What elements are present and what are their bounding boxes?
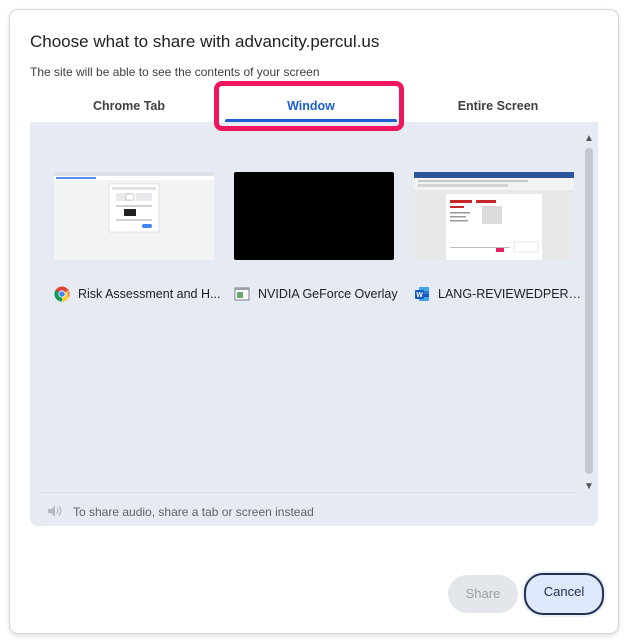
- tab-window[interactable]: Window: [225, 94, 397, 122]
- window-title: Risk Assessment and H...: [78, 287, 221, 301]
- divider: [40, 492, 578, 493]
- window-item-word-document[interactable]: W LANG-REVIEWEDPERCU...: [414, 172, 584, 312]
- window-picker-panel: Risk Assessment and H... NVIDIA GeForce …: [30, 122, 598, 526]
- audio-note: To share audio, share a tab or screen in…: [47, 503, 314, 521]
- window-thumbnail: [234, 172, 394, 260]
- window-item-risk-assessment[interactable]: Risk Assessment and H...: [54, 172, 220, 312]
- tab-window-label: Window: [287, 99, 335, 113]
- window-title: LANG-REVIEWEDPERCU...: [438, 287, 584, 301]
- window-item-label: Risk Assessment and H...: [54, 285, 224, 303]
- window-list[interactable]: Risk Assessment and H... NVIDIA GeForce …: [30, 122, 584, 492]
- app-window-icon: [234, 286, 250, 302]
- speaker-icon: [47, 504, 63, 521]
- tab-chrome-tab[interactable]: Chrome Tab: [30, 94, 228, 122]
- dialog-subtitle: The site will be able to see the content…: [30, 65, 320, 79]
- window-item-label: NVIDIA GeForce Overlay: [234, 285, 404, 303]
- svg-text:W: W: [416, 292, 423, 299]
- window-item-label: W LANG-REVIEWEDPERCU...: [414, 285, 584, 303]
- dialog-title: Choose what to share with advancity.perc…: [30, 32, 380, 51]
- source-tabs: Chrome Tab Window Entire Screen: [30, 94, 598, 122]
- tab-entire-screen[interactable]: Entire Screen: [408, 94, 588, 122]
- scroll-down-icon[interactable]: ▼: [582, 480, 596, 494]
- word-icon: W: [414, 286, 430, 302]
- window-thumbnail: [54, 172, 214, 260]
- share-dialog: Choose what to share with advancity.perc…: [10, 10, 618, 633]
- scrollbar-thumb[interactable]: [585, 148, 593, 474]
- scroll-up-icon[interactable]: ▲: [582, 132, 596, 146]
- window-item-nvidia-overlay[interactable]: NVIDIA GeForce Overlay: [234, 172, 398, 312]
- window-thumbnail: [414, 172, 574, 260]
- cancel-button[interactable]: Cancel: [524, 573, 604, 615]
- share-button[interactable]: Share: [448, 575, 518, 613]
- chrome-icon: [54, 286, 70, 302]
- window-title: NVIDIA GeForce Overlay: [258, 287, 398, 301]
- window-list-scrollbar[interactable]: ▲ ▼: [582, 132, 596, 492]
- audio-note-text: To share audio, share a tab or screen in…: [73, 505, 314, 519]
